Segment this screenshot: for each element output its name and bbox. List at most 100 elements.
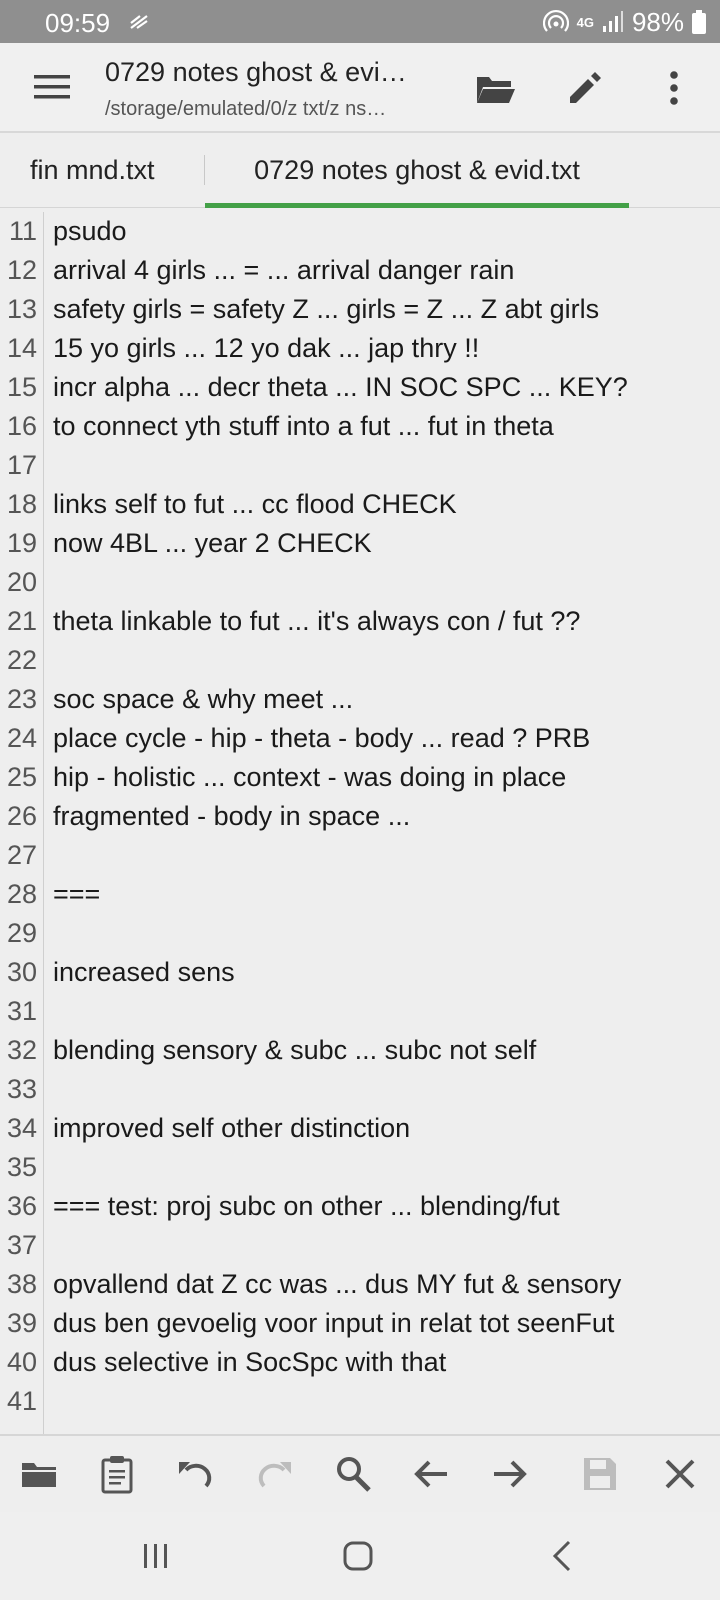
line-text[interactable]: links self to fut ... cc flood CHECK: [53, 485, 457, 524]
more-vert-icon[interactable]: [654, 67, 696, 109]
editor-line[interactable]: 22: [0, 641, 720, 680]
editor-line[interactable]: 19 now 4BL ... year 2 CHECK: [0, 524, 720, 563]
line-number: 34: [6, 1113, 37, 1143]
line-text[interactable]: fragmented - body in space ...: [53, 797, 410, 836]
battery-icon: [692, 10, 706, 34]
line-number: 19: [6, 528, 37, 558]
editor-line[interactable]: 12 arrival 4 girls ... = ... arrival dang…: [0, 251, 720, 290]
status-time: 09:59: [45, 8, 111, 38]
editor-line[interactable]: 24 place cycle - hip - theta - body ... r…: [0, 719, 720, 758]
line-text[interactable]: soc space & why meet ...: [53, 680, 353, 719]
editor-line[interactable]: 36 === test: proj subc on other ... blend…: [0, 1187, 720, 1226]
menu-icon[interactable]: [32, 71, 72, 103]
line-text[interactable]: opvallend dat Z cc was ... dus MY fut & …: [53, 1265, 621, 1304]
tab-notes-ghost-evid[interactable]: 0729 notes ghost & evid.txt: [205, 133, 629, 207]
editor-line[interactable]: 38 opvallend dat Z cc was ... dus MY fut …: [0, 1265, 720, 1304]
editor-line[interactable]: 33: [0, 1070, 720, 1109]
notification-icon: [130, 15, 148, 29]
line-text[interactable]: 15 yo girls ... 12 yo dak ... jap thry !…: [53, 329, 479, 368]
editor-line[interactable]: 26 fragmented - body in space ...: [0, 797, 720, 836]
redo-icon[interactable]: [254, 1454, 294, 1494]
tab-fin-mnd[interactable]: fin mnd.txt: [30, 133, 155, 207]
arrow-left-icon[interactable]: [411, 1454, 451, 1494]
line-number: 32: [6, 1035, 37, 1065]
editor-line[interactable]: 15 incr alpha ... decr theta ... IN SOC S…: [0, 368, 720, 407]
tab-bar: fin mnd.txt 0729 notes ghost & evid.txt: [0, 133, 720, 208]
line-number: 35: [6, 1152, 37, 1182]
line-number: 24: [6, 723, 37, 753]
arrow-right-icon[interactable]: [490, 1454, 530, 1494]
line-number: 25: [6, 762, 37, 792]
line-text[interactable]: now 4BL ... year 2 CHECK: [53, 524, 372, 563]
search-icon[interactable]: [333, 1454, 373, 1494]
editor-line[interactable]: 13 safety girls = safety Z ... girls = Z …: [0, 290, 720, 329]
edit-pencil-icon[interactable]: [564, 67, 606, 109]
line-number: 37: [6, 1230, 37, 1260]
bottom-toolbar: [0, 1434, 720, 1514]
editor-line[interactable]: 28 ===: [0, 875, 720, 914]
text-editor[interactable]: 11 psudo 12 arrival 4 girls ... = ... arriv…: [0, 212, 720, 1434]
active-tab-indicator: [205, 203, 629, 208]
editor-line[interactable]: 27: [0, 836, 720, 875]
line-text[interactable]: psudo: [53, 212, 127, 251]
editor-line[interactable]: 41: [0, 1382, 720, 1421]
editor-line[interactable]: 23 soc space & why meet ...: [0, 680, 720, 719]
editor-line[interactable]: 40 dus selective in SocSpc with that: [0, 1343, 720, 1382]
line-text[interactable]: dus selective in SocSpc with that: [53, 1343, 446, 1382]
line-text[interactable]: hip - holistic ... context - was doing i…: [53, 758, 566, 797]
editor-line[interactable]: 25 hip - holistic ... context - was doing…: [0, 758, 720, 797]
system-nav-bar: [0, 1512, 720, 1600]
editor-line[interactable]: 17: [0, 446, 720, 485]
line-text[interactable]: dus ben gevoelig voor input in relat tot…: [53, 1304, 614, 1343]
line-text[interactable]: increased sens: [53, 953, 235, 992]
line-number: 40: [6, 1347, 37, 1377]
line-text[interactable]: incr alpha ... decr theta ... IN SOC SPC…: [53, 368, 628, 407]
line-text[interactable]: theta linkable to fut ... it's always co…: [53, 602, 580, 641]
editor-line[interactable]: 39 dus ben gevoelig voor input in relat t…: [0, 1304, 720, 1343]
line-number: 21: [6, 606, 37, 636]
editor-line[interactable]: 32 blending sensory & subc ... subc not s…: [0, 1031, 720, 1070]
close-icon[interactable]: [660, 1454, 700, 1494]
line-number: 30: [6, 957, 37, 987]
app-toolbar: 0729 notes ghost & evi… /storage/emulate…: [0, 43, 720, 133]
editor-line[interactable]: 20: [0, 563, 720, 602]
line-text[interactable]: improved self other distinction: [53, 1109, 410, 1148]
clipboard-icon[interactable]: [97, 1454, 137, 1494]
line-text[interactable]: blending sensory & subc ... subc not sel…: [53, 1031, 536, 1070]
save-icon[interactable]: [580, 1454, 620, 1494]
editor-line[interactable]: 30 increased sens: [0, 953, 720, 992]
line-text[interactable]: ===: [53, 875, 100, 914]
line-number: 14: [6, 333, 37, 363]
editor-line[interactable]: 29: [0, 914, 720, 953]
editor-line[interactable]: 35: [0, 1148, 720, 1187]
document-title: 0729 notes ghost & evi…: [105, 57, 407, 87]
folder-open-icon[interactable]: [474, 67, 516, 109]
line-text[interactable]: safety girls = safety Z ... girls = Z ..…: [53, 290, 599, 329]
line-number: 33: [6, 1074, 37, 1104]
editor-line[interactable]: 31: [0, 992, 720, 1031]
editor-line[interactable]: 16 to connect yth stuff into a fut ... fu…: [0, 407, 720, 446]
recents-icon[interactable]: [138, 1538, 174, 1574]
line-text[interactable]: place cycle - hip - theta - body ... rea…: [53, 719, 590, 758]
status-icons: 4G 98%: [542, 6, 706, 38]
status-bar: 09:59 4G 98%: [0, 0, 720, 43]
document-path: /storage/emulated/0/z txt/z ns…: [105, 98, 387, 120]
folder-icon[interactable]: [19, 1454, 59, 1494]
home-icon[interactable]: [340, 1538, 376, 1574]
editor-line[interactable]: 18 links self to fut ... cc flood CHECK: [0, 485, 720, 524]
back-icon[interactable]: [545, 1538, 581, 1574]
editor-line[interactable]: 34 improved self other distinction: [0, 1109, 720, 1148]
line-number: 41: [6, 1386, 37, 1416]
editor-line[interactable]: 37: [0, 1226, 720, 1265]
line-text[interactable]: arrival 4 girls ... = ... arrival danger…: [53, 251, 514, 290]
editor-line[interactable]: 11 psudo: [0, 212, 720, 251]
line-number: 11: [8, 216, 37, 246]
line-number: 26: [6, 801, 37, 831]
editor-line[interactable]: 14 15 yo girls ... 12 yo dak ... jap thry…: [0, 329, 720, 368]
line-number: 31: [6, 996, 37, 1026]
undo-icon[interactable]: [176, 1454, 216, 1494]
editor-line[interactable]: 21 theta linkable to fut ... it's always …: [0, 602, 720, 641]
line-text[interactable]: === test: proj subc on other ... blendin…: [53, 1187, 560, 1226]
line-number: 29: [6, 918, 37, 948]
line-text[interactable]: to connect yth stuff into a fut ... fut …: [53, 407, 554, 446]
